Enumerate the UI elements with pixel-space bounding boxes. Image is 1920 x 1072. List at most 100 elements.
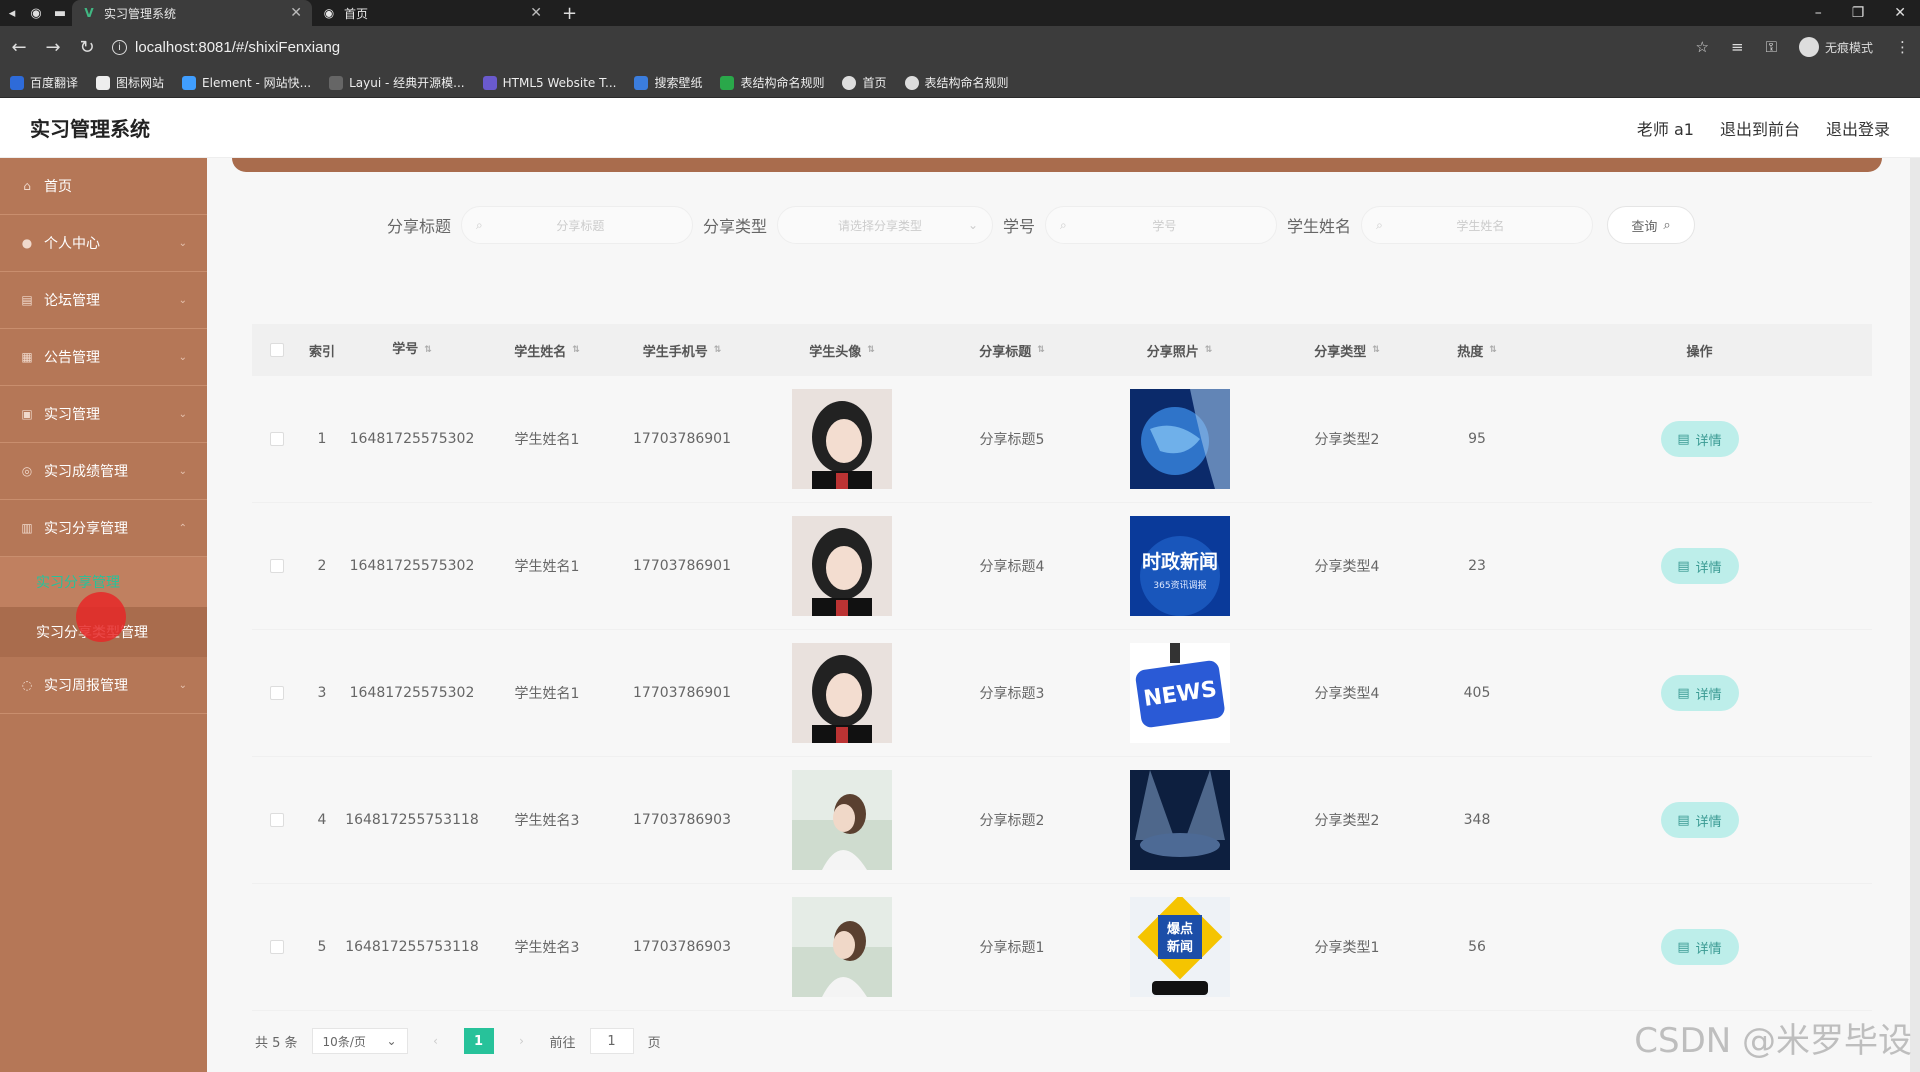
header-name[interactable]: 学生姓名 ⇅ xyxy=(482,341,612,360)
bookmark-item[interactable]: Element - 网站快... xyxy=(182,74,311,91)
query-button[interactable]: 查询 ⌕ xyxy=(1607,206,1696,244)
detail-button[interactable]: ▤ 详情 xyxy=(1660,421,1739,457)
minimize-icon[interactable]: – xyxy=(1815,5,1822,21)
student-avatar[interactable] xyxy=(792,516,892,616)
cell-title: 分享标题3 xyxy=(979,686,1045,702)
cell-type: 分享类型2 xyxy=(1314,432,1380,448)
goto-page-input[interactable]: 1 xyxy=(589,1028,634,1054)
forward-icon[interactable]: → xyxy=(44,37,62,58)
share-photo[interactable] xyxy=(1129,389,1230,489)
close-window-icon[interactable]: ✕ xyxy=(1894,5,1906,21)
incognito-badge[interactable]: 无痕模式 xyxy=(1798,37,1873,57)
next-page-icon[interactable]: › xyxy=(508,1028,536,1054)
browser-tab-active[interactable]: V 实习管理系统 ✕ xyxy=(72,0,312,26)
address-bar: ← → ↻ i localhost:8081/#/shixiFenxiang ☆… xyxy=(0,26,1920,68)
detail-button[interactable]: ▤ 详情 xyxy=(1660,802,1739,838)
bookmark-item[interactable]: 表结构命名规则 xyxy=(720,74,824,91)
share-photo[interactable] xyxy=(1129,770,1230,870)
close-icon[interactable]: ✕ xyxy=(290,5,302,21)
detail-button[interactable]: ▤ 详情 xyxy=(1660,548,1739,584)
select-all-checkbox[interactable] xyxy=(270,343,284,357)
header-sno[interactable]: 学号 ⇅ xyxy=(342,337,482,363)
cell-index: 1 xyxy=(317,431,327,447)
student-avatar[interactable] xyxy=(792,643,892,743)
title-filter-input[interactable]: ⌕ 分享标题 xyxy=(461,206,694,244)
bookmark-item[interactable]: HTML5 Website T... xyxy=(482,75,616,90)
back-to-front-link[interactable]: 退出到前台 xyxy=(1720,116,1800,140)
sidebar-item-internship[interactable]: ▣ 实习管理 ⌄ xyxy=(0,386,207,443)
bookmark-item[interactable]: 搜索壁纸 xyxy=(634,74,702,91)
student-avatar[interactable] xyxy=(792,897,892,997)
sidebar-item-share[interactable]: ▥ 实习分享管理 ⌃ xyxy=(0,500,207,557)
header-type[interactable]: 分享类型 ⇅ xyxy=(1267,341,1427,360)
sidebar-item-profile[interactable]: ● 个人中心 ⌄ xyxy=(0,215,207,272)
bookmark-item[interactable]: 表结构命名规则 xyxy=(904,74,1009,91)
row-checkbox[interactable] xyxy=(270,559,284,573)
chevron-down-icon: ⌄ xyxy=(178,294,187,306)
scrollbar[interactable] xyxy=(1910,158,1920,1072)
sidebar-item-home[interactable]: ⌂ 首页 xyxy=(0,158,207,215)
sort-icon: ⇅ xyxy=(424,345,432,355)
window-icon[interactable]: ▬ xyxy=(48,0,72,26)
search-icon: ⌕ xyxy=(1663,217,1671,233)
row-checkbox[interactable] xyxy=(270,432,284,446)
page-size-select[interactable]: 10条/页 ⌄ xyxy=(311,1028,408,1054)
share-photo[interactable]: 时政新闻 365资讯调报 xyxy=(1129,516,1230,616)
back-icon[interactable]: ← xyxy=(10,37,28,58)
globe-icon[interactable]: ◉ xyxy=(24,0,48,26)
sno-filter-input[interactable]: ⌕ 学号 xyxy=(1045,206,1278,244)
pagination: 共 5 条 10条/页 ⌄ ‹ 1 › 前往 1 页 xyxy=(255,1028,661,1054)
vue-icon: V xyxy=(84,6,94,20)
url-field[interactable]: i localhost:8081/#/shixiFenxiang xyxy=(112,39,1672,56)
share-photo[interactable]: NEWS xyxy=(1129,643,1230,743)
logout-link[interactable]: 退出登录 xyxy=(1826,116,1890,140)
forum-icon: ▤ xyxy=(21,293,33,307)
star-icon[interactable]: ☆ xyxy=(1696,38,1709,56)
type-placeholder: 请选择分享类型 xyxy=(837,218,922,233)
sidebar-item-weekly-report[interactable]: ◌ 实习周报管理 ⌄ xyxy=(0,657,207,714)
name-filter-input[interactable]: ⌕ 学生姓名 xyxy=(1361,206,1594,244)
reading-list-icon[interactable]: ≡ xyxy=(1731,38,1744,56)
sidebar-item-notice[interactable]: ▦ 公告管理 ⌄ xyxy=(0,329,207,386)
info-icon[interactable]: i xyxy=(112,39,127,55)
chevron-down-icon: ⌄ xyxy=(178,465,187,477)
student-avatar[interactable] xyxy=(792,770,892,870)
document-icon: ▤ xyxy=(1677,939,1690,955)
bookmark-item[interactable]: 百度翻译 xyxy=(10,74,78,91)
row-checkbox[interactable] xyxy=(270,940,284,954)
sidebar-item-forum[interactable]: ▤ 论坛管理 ⌄ xyxy=(0,272,207,329)
bookmark-item[interactable]: Layui - 经典开源模... xyxy=(329,74,465,91)
tab-title: 首页 xyxy=(344,6,369,21)
photo-text: 365资讯调报 xyxy=(1153,579,1206,591)
page-number-current[interactable]: 1 xyxy=(463,1028,494,1054)
row-checkbox[interactable] xyxy=(270,686,284,700)
header-phone[interactable]: 学生手机号 ⇅ xyxy=(612,341,752,360)
detail-button[interactable]: ▤ 详情 xyxy=(1660,929,1739,965)
cell-heat: 348 xyxy=(1463,812,1491,828)
header-avatar[interactable]: 学生头像 ⇅ xyxy=(752,341,932,360)
prev-page-icon[interactable]: ‹ xyxy=(422,1028,450,1054)
key-icon[interactable]: ⚿ xyxy=(1766,38,1777,56)
bookmark-item[interactable]: 首页 xyxy=(842,74,887,91)
new-tab-icon[interactable]: + xyxy=(562,3,577,24)
close-icon[interactable]: ✕ xyxy=(530,5,542,21)
layui-icon xyxy=(329,75,344,90)
browser-tab[interactable]: ◉ 首页 ✕ xyxy=(312,0,552,26)
header-heat[interactable]: 热度 ⇅ xyxy=(1427,341,1527,360)
header-op: 操作 xyxy=(1686,344,1713,360)
sidebar-item-score[interactable]: ◎ 实习成绩管理 ⌄ xyxy=(0,443,207,500)
detail-button[interactable]: ▤ 详情 xyxy=(1660,675,1739,711)
restore-icon[interactable]: ❐ xyxy=(1852,5,1865,21)
bookmark-item[interactable]: 图标网站 xyxy=(96,74,164,91)
header-photo[interactable]: 分享照片 ⇅ xyxy=(1092,341,1267,360)
row-checkbox[interactable] xyxy=(270,813,284,827)
reload-icon[interactable]: ↻ xyxy=(78,37,96,58)
share-icon: ▥ xyxy=(21,521,33,535)
share-table: 索引 学号 ⇅ 学生姓名 ⇅ 学生手机号 ⇅ 学生头像 ⇅ 分享标题 ⇅ 分享照片 ⇅ 分享… xyxy=(252,324,1872,1011)
menu-icon[interactable]: ⋮ xyxy=(1895,38,1910,56)
share-photo[interactable]: 爆点新闻 xyxy=(1129,897,1230,997)
type-filter-select[interactable]: 请选择分享类型 ⌄ xyxy=(777,206,994,244)
student-avatar[interactable] xyxy=(792,389,892,489)
mute-icon[interactable]: ◂ xyxy=(0,0,24,26)
header-title[interactable]: 分享标题 ⇅ xyxy=(932,341,1092,360)
